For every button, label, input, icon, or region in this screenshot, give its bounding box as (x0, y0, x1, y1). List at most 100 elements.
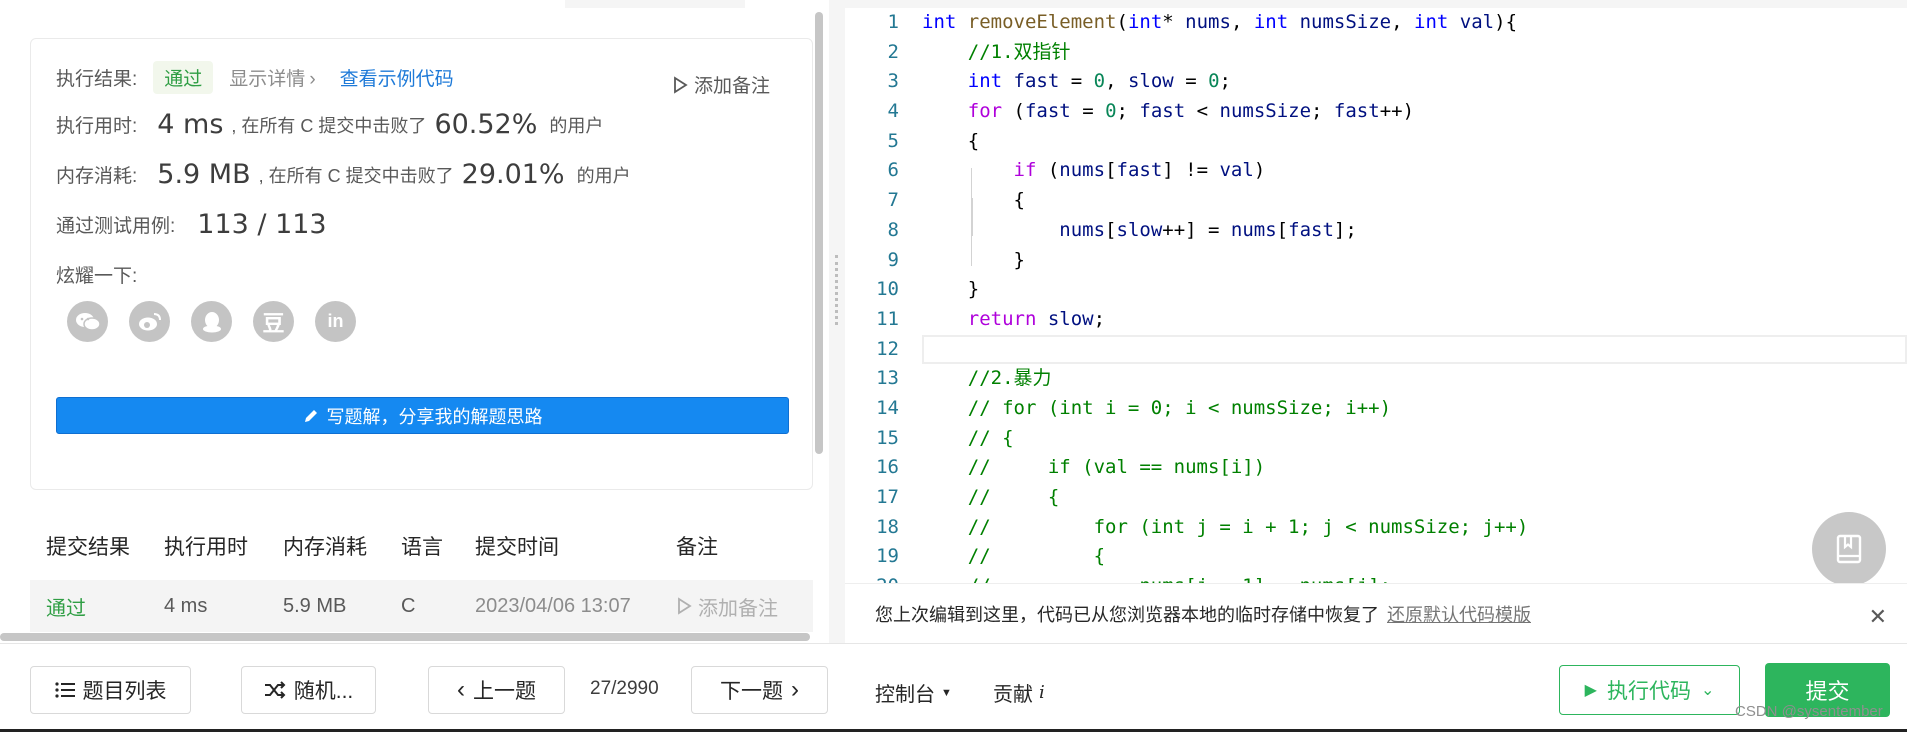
row-add-note-button[interactable]: 添加备注 (660, 592, 813, 621)
chevron-down-icon[interactable]: ⌄ (1701, 680, 1714, 700)
share-label: 炫耀一下: (56, 266, 138, 287)
code-lines: 1 int removeElement(int* nums, int numsSi… (845, 8, 1907, 583)
qq-glyph (202, 311, 221, 332)
tab-strip-left (0, 0, 565, 8)
runtime-value: 4 ms (157, 109, 224, 140)
runtime-percentile: 60.52% (434, 109, 538, 140)
table-row[interactable]: 通过 4 ms 5.9 MB C 2023/04/06 13:07 添加备注 (30, 580, 813, 632)
code-line[interactable]: 2 //1.双指针 (845, 38, 1907, 68)
run-code-label: 执行代码 (1606, 680, 1691, 703)
close-icon[interactable]: ✕ (1869, 604, 1887, 630)
code-text: } (922, 278, 980, 301)
row-status[interactable]: 通过 (30, 592, 148, 621)
memory-users-suffix: 的用户 (576, 165, 631, 186)
row-runtime: 4 ms (164, 594, 208, 617)
code-line[interactable]: 14 // for (int i = 0; i < numsSize; i++) (845, 394, 1907, 424)
chevron-left-icon: ‹ (457, 676, 465, 703)
code-line[interactable]: 5 { (845, 127, 1907, 157)
current-line-highlight (922, 334, 1907, 365)
code-text: // nums[j - 1] = nums[j]; (922, 572, 1391, 583)
runtime-row: 执行用时: 4 ms , 在所有 C 提交中击败了 60.52% 的用户 (56, 109, 603, 140)
vertical-scrollbar[interactable] (815, 12, 823, 454)
code-line[interactable]: 19 // { (845, 542, 1907, 572)
code-line[interactable]: 12 (845, 334, 1907, 365)
code-text: { (922, 129, 980, 152)
play-icon: ▶ (1584, 682, 1597, 699)
submit-label: 提交 (1805, 679, 1850, 704)
random-button[interactable]: 随机... (241, 666, 376, 714)
code-line[interactable]: 10 } (845, 275, 1907, 305)
view-example-link[interactable]: 查看示例代码 (340, 64, 454, 91)
contribute-link[interactable]: 贡献 i (993, 678, 1045, 707)
row-add-note-label: 添加备注 (698, 597, 778, 620)
chevron-right-icon: › (791, 676, 799, 703)
code-text: // if (val == nums[i]) (967, 456, 1266, 479)
linkedin-icon[interactable]: in (315, 301, 356, 342)
watermark: CSDN @sysentember (1735, 703, 1883, 720)
code-line[interactable]: 8 nums[slow++] = nums[fast]; (845, 216, 1907, 246)
code-editor[interactable]: 1 int removeElement(int* nums, int numsSi… (845, 8, 1907, 583)
code-text: // for (int i = 0; i < numsSize; i++) (967, 396, 1392, 419)
row-submit-time: 2023/04/06 13:07 (475, 594, 631, 617)
code-line[interactable]: 13 //2.暴力 (845, 364, 1907, 394)
code-text: //1.双指针 (967, 40, 1071, 63)
line-number: 8 (887, 218, 899, 241)
code-line[interactable]: 3 int fast = 0, slow = 0; (845, 67, 1907, 97)
code-line[interactable]: 18 // for (int j = i + 1; j < numsSize; … (845, 513, 1907, 543)
code-text: int fast = 0, slow = 0; (967, 70, 1231, 93)
line-number: 2 (887, 40, 899, 63)
code-text: { (922, 189, 1025, 212)
memory-label: 内存消耗: (56, 166, 138, 187)
line-number: 13 (876, 367, 899, 390)
qq-icon[interactable] (191, 301, 232, 342)
prev-problem-button[interactable]: ‹ 上一题 (428, 666, 565, 714)
line-number: 15 (876, 426, 899, 449)
code-text: // { (967, 486, 1060, 508)
header-submit-time[interactable]: 提交时间 (459, 531, 660, 561)
contribute-label: 贡献 (993, 684, 1033, 706)
notes-float-button[interactable] (1812, 512, 1886, 586)
write-solution-button[interactable]: 写题解，分享我的解题思路 (56, 397, 789, 434)
show-details-label: 显示详情 (229, 69, 306, 90)
caret-down-icon: ▼ (941, 686, 952, 699)
header-language[interactable]: 语言 (385, 531, 459, 561)
info-icon: i (1039, 682, 1045, 703)
code-line[interactable]: 1 int removeElement(int* nums, int numsSi… (845, 8, 1907, 38)
code-line[interactable]: 6 if (nums[fast] != val) (845, 156, 1907, 186)
run-code-button[interactable]: ▶ 执行代码 ⌄ (1559, 665, 1740, 715)
pane-resizer[interactable] (829, 0, 845, 643)
show-details-link[interactable]: 显示详情 › (229, 64, 315, 91)
code-line[interactable]: 20 // nums[j - 1] = nums[j]; (845, 572, 1907, 583)
code-text: //2.暴力 (967, 367, 1052, 390)
horizontal-scrollbar[interactable] (0, 633, 810, 641)
header-runtime[interactable]: 执行用时 (148, 531, 267, 561)
chevron-right-icon: › (309, 69, 316, 90)
line-number: 14 (876, 396, 899, 419)
line-number: 10 (876, 278, 899, 301)
code-line[interactable]: 16 // if (val == nums[i]) (845, 453, 1907, 483)
code-text: // { (967, 545, 1106, 568)
restore-default-link[interactable]: 还原默认代码模版 (1387, 601, 1531, 627)
code-text: int removeElement(int* nums, int numsSiz… (922, 11, 1518, 33)
code-line[interactable]: 17 // { (845, 483, 1907, 513)
console-toggle[interactable]: 控制台 ▼ (875, 678, 952, 707)
code-line[interactable]: 7 { (845, 186, 1907, 216)
line-number: 16 (876, 456, 899, 479)
code-line[interactable]: 11 return slow; (845, 305, 1907, 335)
line-number: 17 (876, 486, 899, 508)
problem-list-button[interactable]: 题目列表 (30, 666, 191, 714)
header-status[interactable]: 提交结果 (30, 531, 148, 561)
add-note-button[interactable]: 添加备注 (672, 71, 770, 98)
next-problem-button[interactable]: 下一题 › (691, 666, 828, 714)
memory-beat-text: , 在所有 C 提交中击败了 (258, 165, 454, 186)
weibo-icon[interactable] (129, 301, 170, 342)
douban-icon[interactable]: 豆 (253, 301, 294, 342)
code-line[interactable]: 4 for (fast = 0; fast < numsSize; fast++… (845, 97, 1907, 127)
code-line[interactable]: 9 } (845, 246, 1907, 276)
wechat-icon[interactable] (67, 301, 108, 342)
header-memory[interactable]: 内存消耗 (267, 531, 385, 561)
indent-guide-inner (972, 198, 973, 236)
drag-handle-icon (835, 255, 838, 325)
code-text: if (nums[fast] != val) (1013, 159, 1266, 182)
code-line[interactable]: 15 // { (845, 424, 1907, 454)
